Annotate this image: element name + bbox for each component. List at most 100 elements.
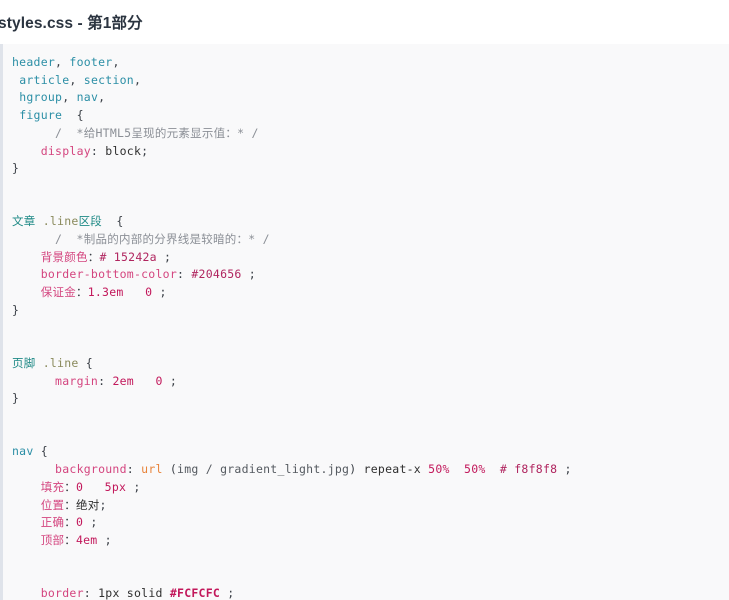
code-token: :	[83, 586, 99, 600]
code-token: 1.3em 0	[87, 285, 153, 300]
code-line: 正确：0 ;	[12, 515, 98, 529]
code-token: header	[12, 55, 56, 69]
code-line: 页脚 .line {	[12, 356, 93, 370]
code-token: 绝对	[75, 497, 100, 512]
code-token: margin	[55, 373, 99, 388]
code-token: border	[40, 586, 84, 600]
code-token: 正确	[40, 515, 65, 530]
code-line: }	[12, 303, 19, 317]
code-token: {	[33, 444, 48, 459]
code-line: 文章 .line区段 {	[12, 214, 124, 228]
code-token: display	[40, 143, 91, 158]
code-line: figure {	[12, 108, 84, 122]
code-token: :	[177, 267, 192, 282]
code-line: 背景颜色：# 15242a ;	[12, 250, 171, 264]
document-header: styles.css - 第1部分	[0, 0, 729, 44]
code-token: .line	[42, 355, 79, 370]
code-token: / *给HTML5呈现的元素显示值：* /	[12, 125, 259, 140]
code-token: 保证金	[40, 285, 76, 300]
code-line: background: url (img / gradient_light.jp…	[12, 462, 572, 476]
code-token: }	[12, 161, 20, 176]
code-token: ;	[97, 532, 112, 547]
code-token: figure	[19, 108, 63, 123]
code-token: repeat-x	[356, 462, 429, 477]
code-token: :	[90, 143, 106, 158]
code-token: {	[78, 355, 93, 370]
code-token: # 15242a	[99, 249, 157, 264]
code-line: header, footer,	[12, 55, 120, 69]
code-token: {	[62, 108, 84, 123]
code-token: ：	[64, 479, 76, 494]
code-line: display: block;	[12, 144, 148, 158]
code-token: 位置	[40, 497, 65, 512]
code-token: 文章	[12, 214, 36, 229]
code-token: #FCFCFC	[169, 586, 221, 600]
code-token: ：	[64, 515, 76, 530]
code-token: 2em 0	[112, 373, 163, 388]
code-token: ;	[162, 373, 178, 388]
code-token: img / gradient_light.jpg	[177, 462, 350, 477]
code-token: # f8f8f8	[499, 462, 558, 477]
code-token: 50% 50%	[428, 462, 486, 477]
code-line: / *制品的内部的分界线是较暗的：* /	[12, 232, 270, 246]
code-content[interactable]: header, footer, article, section, hgroup…	[3, 54, 729, 600]
code-token: ,	[112, 55, 120, 69]
code-token: ,	[133, 72, 142, 87]
code-token: (	[162, 462, 178, 477]
code-line: nav {	[12, 444, 48, 458]
code-token: 0 5px	[75, 479, 127, 494]
code-line: 顶部：4em ;	[12, 533, 112, 547]
code-line: 保证金：1.3em 0 ;	[12, 285, 167, 299]
code-token: 顶部	[40, 532, 65, 547]
code-token: 1px solid	[98, 586, 170, 600]
code-token: ,	[69, 72, 84, 87]
code-token: 4em	[75, 532, 98, 547]
code-token: ;	[83, 515, 98, 530]
code-token: section	[83, 72, 134, 87]
code-token: ：	[64, 497, 76, 512]
code-token: #204656	[191, 267, 242, 282]
code-block[interactable]: header, footer, article, section, hgroup…	[0, 44, 729, 600]
code-token: ：	[64, 532, 76, 547]
code-token: }	[12, 302, 20, 317]
code-token: article	[19, 72, 70, 87]
code-token: background	[55, 462, 127, 477]
code-line: / *给HTML5呈现的元素显示值：* /	[12, 126, 259, 140]
code-token: ;	[557, 462, 572, 477]
code-token: ;	[220, 586, 235, 600]
code-token: ;	[152, 285, 167, 300]
code-token: }	[12, 391, 20, 406]
code-token: nav	[76, 90, 99, 105]
code-token: ,	[98, 90, 106, 105]
code-line: }	[12, 161, 19, 175]
code-token: border-bottom-color	[40, 267, 178, 282]
code-token: ：	[87, 249, 100, 264]
code-line: hgroup, nav,	[12, 90, 105, 104]
code-token: nav	[12, 444, 34, 459]
code-token: 页脚	[12, 355, 36, 370]
code-token: ,	[55, 55, 70, 69]
code-token: footer	[69, 55, 113, 69]
page-title: styles.css - 第1部分	[0, 15, 143, 32]
code-token: ,	[62, 90, 77, 105]
code-viewer-page: styles.css - 第1部分 header, footer, articl…	[0, 0, 729, 600]
code-token: ;	[156, 249, 172, 264]
code-token: 区段	[78, 214, 103, 229]
code-token: ;	[241, 267, 256, 282]
code-token: ;	[141, 143, 149, 158]
code-token: / *制品的内部的分界线是较暗的：* /	[12, 232, 270, 247]
code-line: border: 1px solid #FCFCFC ;	[12, 586, 234, 600]
code-token: ：	[75, 285, 88, 300]
